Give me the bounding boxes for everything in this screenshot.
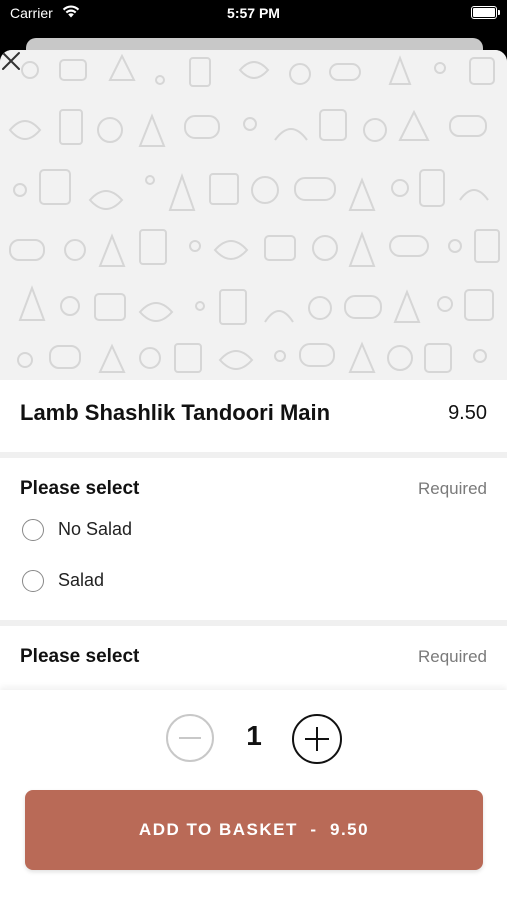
close-icon[interactable]	[0, 50, 22, 72]
option-group: Please select Required No Salad Salad	[0, 458, 507, 620]
required-label: Required	[418, 479, 487, 498]
item-name: Lamb Shashlik Tandoori Main	[20, 400, 331, 425]
radio-button[interactable]	[22, 570, 44, 592]
minus-icon[interactable]	[166, 714, 214, 762]
add-to-basket-button[interactable]: ADD TO BASKET - 9.50	[25, 790, 483, 870]
battery-icon	[471, 6, 500, 19]
option-no-salad[interactable]: No Salad	[0, 510, 507, 550]
item-header: Lamb Shashlik Tandoori Main 9.50	[0, 380, 507, 452]
option-group: Please select Required	[0, 626, 507, 696]
option-group-title: Please select	[20, 478, 140, 499]
option-label: Salad	[58, 570, 105, 590]
add-to-basket-label: ADD TO BASKET - 9.50	[138, 820, 370, 839]
radio-button[interactable]	[22, 519, 44, 541]
item-sheet: Lamb Shashlik Tandoori Main 9.50 Please …	[0, 50, 507, 900]
order-footer: 1 ADD TO BASKET - 9.50	[0, 690, 507, 900]
status-time: 5:57 PM	[227, 5, 280, 21]
option-salad[interactable]: Salad	[0, 561, 507, 601]
food-doodle-pattern	[8, 53, 500, 373]
status-bar: Carrier 5:57 PM	[0, 0, 507, 30]
option-group-title: Please select	[20, 646, 140, 667]
item-price: 9.50	[448, 402, 487, 424]
required-label: Required	[418, 647, 487, 666]
plus-icon[interactable]	[292, 714, 342, 764]
item-image-placeholder	[0, 50, 507, 380]
quantity-value: 1	[246, 720, 262, 751]
option-label: No Salad	[58, 519, 133, 539]
